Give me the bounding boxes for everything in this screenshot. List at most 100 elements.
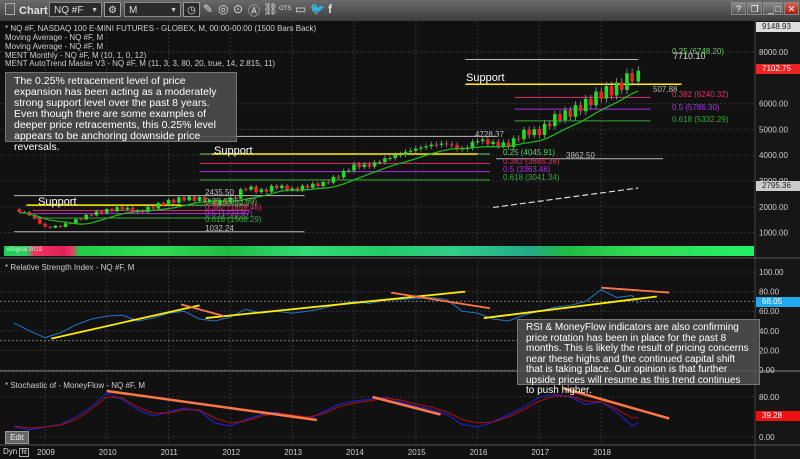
candle bbox=[17, 209, 22, 212]
link-icon[interactable]: ⛓ bbox=[263, 2, 278, 16]
candle bbox=[336, 176, 341, 178]
ots-icon[interactable]: OTS bbox=[279, 6, 291, 12]
candle bbox=[434, 144, 439, 146]
stoch-title: * Stochastic of - MoneyFlow - NQ #F, M bbox=[5, 381, 146, 390]
candle bbox=[517, 138, 521, 140]
candle bbox=[316, 183, 320, 187]
candle bbox=[594, 91, 598, 106]
price-tick-label: 6000.00 bbox=[759, 100, 788, 109]
candle bbox=[547, 123, 552, 127]
chevron-down-icon: ▼ bbox=[170, 7, 177, 14]
candle bbox=[156, 203, 161, 209]
price-tick-label: 4000.00 bbox=[759, 151, 788, 160]
candle bbox=[475, 141, 480, 143]
window-titlebar: Chart NQ #F ▼ ⚙ M ▼ ◷ ✎ ◎ ⊙ Ⓐ ⛓ OTS ▭ 🐦 f … bbox=[0, 0, 800, 22]
close-button[interactable]: ✕ bbox=[784, 2, 799, 15]
signal-bar: eSignal 2019 bbox=[4, 246, 754, 256]
clock-button[interactable]: ◷ bbox=[183, 2, 200, 17]
legend-line: Moving Average - NQ #F, M bbox=[5, 42, 104, 51]
stoch-tick-label: 0.00 bbox=[759, 433, 775, 442]
candle bbox=[377, 162, 382, 164]
candle bbox=[74, 219, 78, 224]
candle bbox=[568, 110, 573, 117]
candle bbox=[470, 141, 475, 148]
candle bbox=[630, 73, 634, 82]
rsi-tick-label: 60.00 bbox=[759, 307, 780, 316]
candle bbox=[254, 186, 258, 193]
candle bbox=[491, 141, 495, 144]
help-button[interactable]: ? bbox=[731, 2, 746, 15]
candle bbox=[110, 208, 114, 212]
x-tick-label: 2016 bbox=[470, 448, 488, 457]
stoch-tick-label: 80.00 bbox=[759, 393, 780, 402]
play-icon[interactable]: ⊙ bbox=[233, 2, 243, 16]
fib2-level: 0.618 (3041.34) bbox=[503, 173, 560, 182]
candle bbox=[578, 105, 583, 112]
edit-button[interactable]: Edit bbox=[5, 431, 29, 444]
candle bbox=[599, 91, 603, 99]
rsi-tick-label: 100.00 bbox=[759, 268, 784, 277]
window-title-text: Chart bbox=[19, 5, 48, 17]
candle bbox=[419, 147, 423, 149]
candle bbox=[372, 162, 377, 167]
candle bbox=[486, 139, 490, 144]
twitter-icon[interactable]: 🐦 bbox=[310, 2, 325, 16]
candle bbox=[383, 158, 387, 163]
x-tick-label: 2013 bbox=[284, 448, 302, 457]
candle bbox=[553, 114, 557, 127]
candle bbox=[501, 142, 506, 146]
comment-icon[interactable]: ▭ bbox=[295, 2, 306, 16]
window-title: Chart bbox=[5, 3, 48, 17]
candle bbox=[244, 189, 248, 191]
candle bbox=[53, 225, 58, 228]
candle bbox=[331, 176, 336, 183]
candle bbox=[321, 182, 325, 187]
candle bbox=[259, 189, 264, 193]
candle bbox=[414, 148, 418, 151]
symbol-input[interactable]: NQ #F ▼ bbox=[49, 2, 102, 17]
candle bbox=[408, 150, 413, 152]
candle bbox=[197, 197, 202, 201]
maximize-button[interactable]: □ bbox=[773, 2, 783, 15]
dyn-toggle[interactable]: Dyn fit bbox=[3, 447, 29, 457]
facebook-icon[interactable]: f bbox=[328, 2, 332, 16]
annotation-note: The 0.25% retracement level of price exp… bbox=[5, 72, 237, 153]
price-tick-label: 5000.00 bbox=[759, 125, 788, 134]
price-tick-label: 8000.00 bbox=[759, 48, 788, 57]
candle bbox=[38, 218, 42, 224]
rsi-tick-label: 20.00 bbox=[759, 346, 780, 355]
legend-line: * NQ #F, NASDAQ 100 E-MINI FUTURES - GLO… bbox=[5, 24, 317, 33]
price-tick-label: 2000.00 bbox=[759, 203, 788, 212]
candle bbox=[636, 70, 641, 82]
x-tick-label: 2014 bbox=[346, 448, 364, 457]
candle bbox=[187, 196, 191, 201]
candle bbox=[583, 98, 588, 112]
candle bbox=[280, 185, 284, 189]
x-tick-label: 2010 bbox=[99, 448, 117, 457]
pencil-icon[interactable]: ✎ bbox=[203, 2, 213, 16]
candle bbox=[527, 129, 531, 136]
fib2-level: 0.25 (4045.91) bbox=[503, 148, 555, 157]
fib3-level: 0.618 (5332.29) bbox=[672, 115, 729, 124]
fib3-level: 0.5 (5786.30) bbox=[672, 103, 720, 112]
chevron-down-icon: ▼ bbox=[91, 7, 98, 14]
candle bbox=[532, 129, 537, 136]
candle bbox=[444, 143, 449, 145]
candle bbox=[274, 185, 279, 189]
restore-button[interactable]: ❐ bbox=[747, 2, 762, 15]
symbol-settings-button[interactable]: ⚙ bbox=[104, 2, 121, 17]
candle bbox=[311, 183, 315, 188]
fib3-level: 0.25 (6748.20) bbox=[672, 47, 724, 56]
refresh-icon[interactable]: ◎ bbox=[218, 2, 228, 16]
candle bbox=[94, 211, 99, 216]
candle bbox=[439, 143, 444, 145]
candle bbox=[542, 123, 547, 136]
support-label: Support bbox=[466, 72, 505, 84]
alert-icon[interactable]: Ⓐ bbox=[248, 2, 260, 19]
fit-icon[interactable]: fit bbox=[19, 448, 29, 457]
x-tick-label: 2018 bbox=[593, 448, 611, 457]
candle bbox=[120, 207, 125, 210]
fib1-low-label: 1032.24 bbox=[205, 224, 234, 233]
interval-select[interactable]: M ▼ bbox=[124, 2, 181, 17]
rsi-title: * Relative Strength Index - NQ #F, M bbox=[5, 263, 135, 272]
